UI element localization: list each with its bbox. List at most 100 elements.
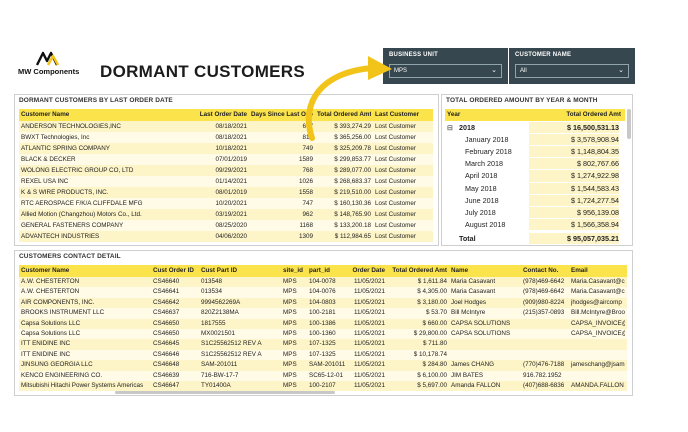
- table-cell: Bill McIntyre: [451, 309, 486, 317]
- yearly-row[interactable]: June 2018 $ 1,724,277.54: [445, 194, 625, 206]
- yearly-row[interactable]: May 2018 $ 1,544,583.43: [445, 182, 625, 194]
- customer-name-slicer: CUSTOMER NAME All ⌄: [509, 48, 635, 84]
- dormant-row[interactable]: BLACK & DECKER 07/01/2019 1589 $ 299,853.77…: [19, 154, 433, 165]
- table-cell: CS46645: [153, 340, 180, 348]
- table-cell: TY01400A: [201, 382, 231, 389]
- contact-row[interactable]: ITT ENIDINE INC CS46646 S1C25562512 REV A M…: [19, 349, 627, 361]
- contact-row[interactable]: BROOKS INSTRUMENT LLC CS46637 820Z2138MA MP…: [19, 308, 627, 319]
- table-cell: Allied Motion (Changzhou) Motors Co., Lt…: [21, 211, 142, 218]
- yearly-row[interactable]: January 2018 $ 3,578,908.94: [445, 134, 625, 146]
- dormant-row[interactable]: RTC AEROSPACE F/K/A CLIFFDALE MFG 10/20/2…: [19, 198, 433, 209]
- table-cell: 1309: [298, 233, 313, 240]
- table-cell: Lost Customer: [375, 200, 416, 207]
- column-header[interactable]: Total Ordered Amt: [525, 109, 621, 121]
- column-header[interactable]: Email: [571, 265, 625, 277]
- table-cell: 9994562269A: [201, 298, 241, 306]
- dormant-customers-panel: DORMANT CUSTOMERS BY LAST ORDER DATE Cus…: [14, 94, 439, 246]
- column-header[interactable]: site_id: [283, 265, 305, 277]
- table-cell: 10/18/2021: [215, 145, 247, 152]
- business-unit-dropdown[interactable]: MPS ⌄: [389, 64, 502, 78]
- column-header[interactable]: Total Ordered Amt: [389, 265, 447, 277]
- column-header[interactable]: Customer Name: [21, 109, 193, 121]
- collapse-icon[interactable]: ⊟: [447, 122, 457, 133]
- table-cell: 747: [302, 200, 313, 207]
- yearly-row[interactable]: ⊟ 2018 $ 16,500,531.13: [445, 122, 625, 134]
- table-cell: 749: [302, 145, 313, 152]
- table-cell: $ 365,256.00: [334, 134, 371, 141]
- table-cell: Maria.Casavant@c: [571, 278, 625, 285]
- amount-cell: $ 1,724,277.54: [529, 194, 619, 206]
- yearly-scrollbar[interactable]: [627, 109, 631, 139]
- column-header[interactable]: Cust Order ID: [153, 265, 197, 277]
- dormant-header-row: Customer Name Last Order Date Days Since L…: [19, 109, 433, 121]
- dormant-row[interactable]: ATLANTIC SPRING COMPANY 10/18/2021 749 $ 32…: [19, 143, 433, 154]
- contact-row[interactable]: A.W. CHESTERTON CS46640 013548 MPS 104-0078 1…: [19, 277, 627, 288]
- yearly-row[interactable]: August 2018 $ 1,566,358.94: [445, 218, 625, 230]
- table-cell: 11/05/2021: [353, 382, 385, 389]
- dormant-row[interactable]: GENERAL FASTENERS COMPANY 08/25/2020 1168 $…: [19, 220, 433, 231]
- table-cell: MPS: [283, 371, 297, 379]
- dormant-row[interactable]: ANDERSON TECHNOLOGIES,INC 08/18/2021 677 $ …: [19, 121, 433, 132]
- table-cell: CS46648: [153, 361, 180, 369]
- table-cell: 07/01/2019: [215, 156, 247, 163]
- column-header[interactable]: Last Customer: [375, 109, 431, 121]
- table-cell: [523, 350, 567, 360]
- table-cell: 10/20/2021: [215, 200, 247, 207]
- contact-row[interactable]: Capsa Solutions LLC CS46650 MX0021501 MPS 10…: [19, 329, 627, 340]
- table-cell: 11/05/2021: [353, 309, 385, 317]
- dormant-row[interactable]: K & S WIRE PRODUCTS, INC. 08/01/2019 1558 $…: [19, 187, 433, 198]
- amount-cell: $ 1,544,583.43: [529, 182, 619, 194]
- column-header[interactable]: Cust Part ID: [201, 265, 279, 277]
- column-header[interactable]: Order Date: [351, 265, 385, 277]
- table-cell: Amanda FALLON: [451, 382, 501, 389]
- contact-row[interactable]: ITT ENIDINE INC CS46645 S1C25562512 REV A M…: [19, 339, 627, 350]
- column-header[interactable]: Total Ordered Amt: [317, 109, 371, 121]
- contact-row[interactable]: JINSUNG GEORGIA LLC CS46648 SAM-201011 MPS S…: [19, 360, 627, 371]
- column-header[interactable]: Name: [451, 265, 519, 277]
- contacts-panel-title: CUSTOMERS CONTACT DETAIL: [19, 253, 121, 260]
- table-cell: 08/18/2021: [215, 123, 247, 130]
- dashboard: MW Components DORMANT CUSTOMERS BUSINESS…: [0, 0, 688, 432]
- dormant-row[interactable]: BWXT Technologies, Inc 08/18/2021 816 $ 365…: [19, 132, 433, 143]
- column-header[interactable]: Days Since Last Order: [251, 109, 313, 121]
- table-cell: Mitsubishi Hitachi Power Systems America…: [21, 382, 144, 389]
- table-cell: CS46639: [153, 371, 180, 379]
- table-cell: 11/05/2021: [353, 361, 385, 369]
- contact-row[interactable]: Capsa Solutions LLC CS46650 1817555 MPS 100-…: [19, 318, 627, 329]
- dormant-row[interactable]: WOLONG ELECTRIC GROUP CO, LTD 09/29/2021 7…: [19, 165, 433, 176]
- contact-row[interactable]: A.W. CHESTERTON CS46641 013534 MPS 104-0076 1…: [19, 287, 627, 298]
- dormant-row[interactable]: ADVANTECH INDUSTRIES 04/06/2020 1309 $ 112,…: [19, 231, 433, 242]
- yearly-row[interactable]: April 2018 $ 1,274,922.98: [445, 170, 625, 182]
- table-cell: CS46646: [153, 350, 180, 358]
- contact-detail-panel: CUSTOMERS CONTACT DETAIL Customer Name Cu…: [14, 250, 633, 396]
- logo-text: MW Components: [18, 67, 80, 76]
- table-cell: 08/18/2021: [215, 134, 247, 141]
- contacts-scrollbar[interactable]: [115, 391, 335, 394]
- column-header[interactable]: Contact No.: [523, 265, 567, 277]
- table-cell: 1817555: [201, 319, 226, 327]
- amount-cell: $ 16,500,531.13: [529, 122, 619, 134]
- contact-row[interactable]: KENCO ENGINEERING CO. CS46639 716-BW-17-7 M…: [19, 370, 627, 381]
- table-cell: $ 133,200.18: [334, 222, 371, 229]
- contact-row[interactable]: Mitsubishi Hitachi Power Systems America…: [19, 381, 627, 392]
- yearly-row[interactable]: July 2018 $ 956,139.08: [445, 206, 625, 218]
- table-cell: $ 3,180.00: [417, 298, 447, 306]
- table-cell: REXEL USA INC: [21, 178, 69, 185]
- yearly-row[interactable]: March 2018 $ 802,767.66: [445, 158, 625, 170]
- table-cell: 820Z2138MA: [201, 309, 239, 317]
- table-cell: MX0021501: [201, 330, 235, 337]
- yearly-total-row: Total $ 95,057,035.21: [445, 232, 625, 245]
- column-header[interactable]: Last Order Date: [197, 109, 247, 121]
- table-cell: 08/01/2019: [215, 189, 247, 196]
- customer-name-dropdown[interactable]: All ⌄: [515, 64, 629, 78]
- month-label: February 2018: [465, 147, 512, 157]
- column-header[interactable]: Customer Name: [21, 265, 149, 277]
- table-cell: Lost Customer: [375, 211, 416, 218]
- column-header[interactable]: part_id: [309, 265, 347, 277]
- table-cell: 107-1325: [309, 350, 336, 358]
- yearly-row[interactable]: February 2018 $ 1,148,804.35: [445, 146, 625, 158]
- contact-row[interactable]: AIR COMPONENTS, INC. CS46642 9994562269A MP…: [19, 297, 627, 309]
- dormant-row[interactable]: Allied Motion (Changzhou) Motors Co., Lt…: [19, 209, 433, 220]
- dormant-row[interactable]: REXEL USA INC 01/14/2021 1026 $ 268,683.37 L…: [19, 176, 433, 187]
- column-header[interactable]: Year: [447, 109, 523, 121]
